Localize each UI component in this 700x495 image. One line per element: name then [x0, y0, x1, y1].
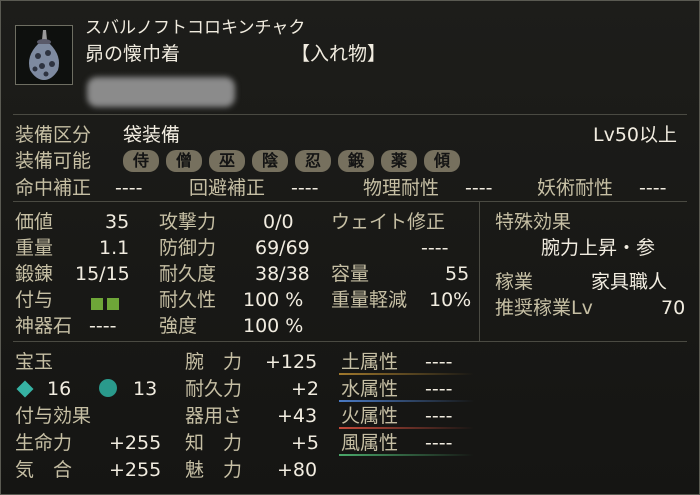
attr-vit-label: 耐久力: [185, 378, 243, 400]
strength-value: 100 %: [243, 315, 304, 337]
durability-rate-value: 100 %: [243, 289, 304, 311]
value-value: 35: [105, 211, 130, 233]
hp-value: +255: [109, 432, 162, 454]
attr-dex-label: 器用さ: [185, 405, 243, 427]
recommended-job-value: 70: [661, 297, 686, 319]
capacity-label: 容量: [331, 263, 370, 285]
equip-division-value: 袋装備: [123, 124, 181, 146]
attr-vit-value: +2: [291, 378, 320, 400]
gem-count-a: 16: [47, 378, 72, 400]
diamond-gem-icon: [16, 380, 34, 398]
equip-division-label: 装備区分: [15, 124, 92, 146]
hit-correction-value: ----: [115, 177, 143, 199]
enchant-slot-icon: [91, 297, 103, 310]
hit-correction-label: 命中補正: [15, 177, 92, 199]
fire-element-underline: [339, 427, 474, 429]
forge-label: 鍛錬: [15, 263, 54, 285]
class-tag: 僧: [166, 150, 202, 172]
special-effect-title: 特殊効果: [495, 211, 572, 233]
divider: [479, 341, 687, 342]
defense-value: 69/69: [255, 237, 310, 259]
wind-element-value: ----: [425, 432, 453, 454]
phys-resist-label: 物理耐性: [363, 177, 440, 199]
weight-correction-value: ----: [421, 237, 449, 259]
sacred-stone-label: 神器石: [15, 315, 73, 337]
pouch-icon: [29, 30, 59, 80]
class-tag: 薬: [381, 150, 417, 172]
class-tag-list: 侍 僧 巫 陰 忍 鍛 薬 傾: [123, 150, 460, 172]
evade-correction-value: ----: [291, 177, 319, 199]
ki-label: 気 合: [15, 459, 73, 481]
recommended-job-label: 推奨稼業Lv: [495, 297, 593, 319]
weight-value: 1.1: [99, 237, 130, 259]
weight-label: 重量: [15, 237, 54, 259]
attack-label: 攻撃力: [159, 211, 217, 233]
item-tooltip-panel: スバルノフトコロキンチャク 昴の懐巾着 【入れ物】 装備区分 袋装備 Lv50以…: [0, 0, 700, 495]
attack-value: 0/0: [263, 211, 294, 233]
enchant-slots: [91, 293, 123, 312]
capacity-value: 55: [445, 263, 470, 285]
attr-cha-value: +80: [277, 459, 318, 481]
earth-element-label: 土属性: [341, 351, 399, 373]
class-tag: 忍: [295, 150, 331, 172]
job-value: 家具職人: [591, 271, 668, 293]
attr-dex-value: +43: [277, 405, 318, 427]
wind-element-underline: [339, 454, 474, 456]
attr-str-value: +125: [265, 351, 318, 373]
item-category: 【入れ物】: [291, 43, 387, 65]
earth-element-underline: [339, 373, 474, 375]
gem-count-b: 13: [133, 378, 158, 400]
item-name: 昴の懐巾着: [85, 43, 181, 65]
water-element-label: 水属性: [341, 378, 399, 400]
fire-element-label: 火属性: [341, 405, 399, 427]
magic-resist-label: 妖術耐性: [537, 177, 614, 199]
special-effect-value: 腕力上昇・参: [541, 237, 656, 259]
attr-int-label: 知 力: [185, 432, 243, 454]
wind-element-label: 風属性: [341, 432, 399, 454]
ki-value: +255: [109, 459, 162, 481]
phys-resist-value: ----: [465, 177, 493, 199]
attr-int-value: +5: [291, 432, 320, 454]
magic-resist-value: ----: [639, 177, 667, 199]
durability-rate-label: 耐久性: [159, 289, 217, 311]
defense-label: 防御力: [159, 237, 217, 259]
weight-reduce-label: 重量軽減: [331, 289, 408, 311]
round-gem-icon: [99, 379, 117, 397]
enchant-effect-title: 付与効果: [15, 405, 92, 427]
class-tag: 巫: [209, 150, 245, 172]
water-element-underline: [339, 400, 474, 402]
divider: [13, 114, 687, 115]
attr-cha-label: 魅 力: [185, 459, 243, 481]
strength-label: 強度: [159, 315, 198, 337]
enchant-slot-icon: [107, 297, 119, 310]
level-requirement: Lv50以上: [593, 124, 678, 146]
fire-element-value: ----: [425, 405, 453, 427]
class-tag: 陰: [252, 150, 288, 172]
gem-title: 宝玉: [15, 351, 54, 373]
divider: [13, 201, 687, 202]
class-tag: 侍: [123, 150, 159, 172]
equip-usable-label: 装備可能: [15, 150, 92, 172]
divider: [479, 202, 480, 342]
water-element-value: ----: [425, 378, 453, 400]
enchant-label: 付与: [15, 289, 54, 311]
weight-correction-label: ウェイト修正: [331, 211, 446, 233]
class-tag: 傾: [424, 150, 460, 172]
evade-correction-label: 回避補正: [189, 177, 266, 199]
hp-label: 生命力: [15, 432, 73, 454]
attr-str-label: 腕 力: [185, 351, 243, 373]
redacted-owner: [87, 77, 235, 107]
weight-reduce-value: 10%: [429, 289, 472, 311]
durability-value: 38/38: [255, 263, 310, 285]
class-tag: 鍛: [338, 150, 374, 172]
value-label: 価値: [15, 211, 54, 233]
forge-value: 15/15: [75, 263, 130, 285]
item-reading: スバルノフトコロキンチャク: [85, 18, 306, 38]
durability-label: 耐久度: [159, 263, 217, 285]
earth-element-value: ----: [425, 351, 453, 373]
divider: [13, 341, 479, 342]
sacred-stone-value: ----: [89, 315, 117, 337]
job-label: 稼業: [495, 271, 534, 293]
item-icon-frame: [15, 25, 73, 85]
